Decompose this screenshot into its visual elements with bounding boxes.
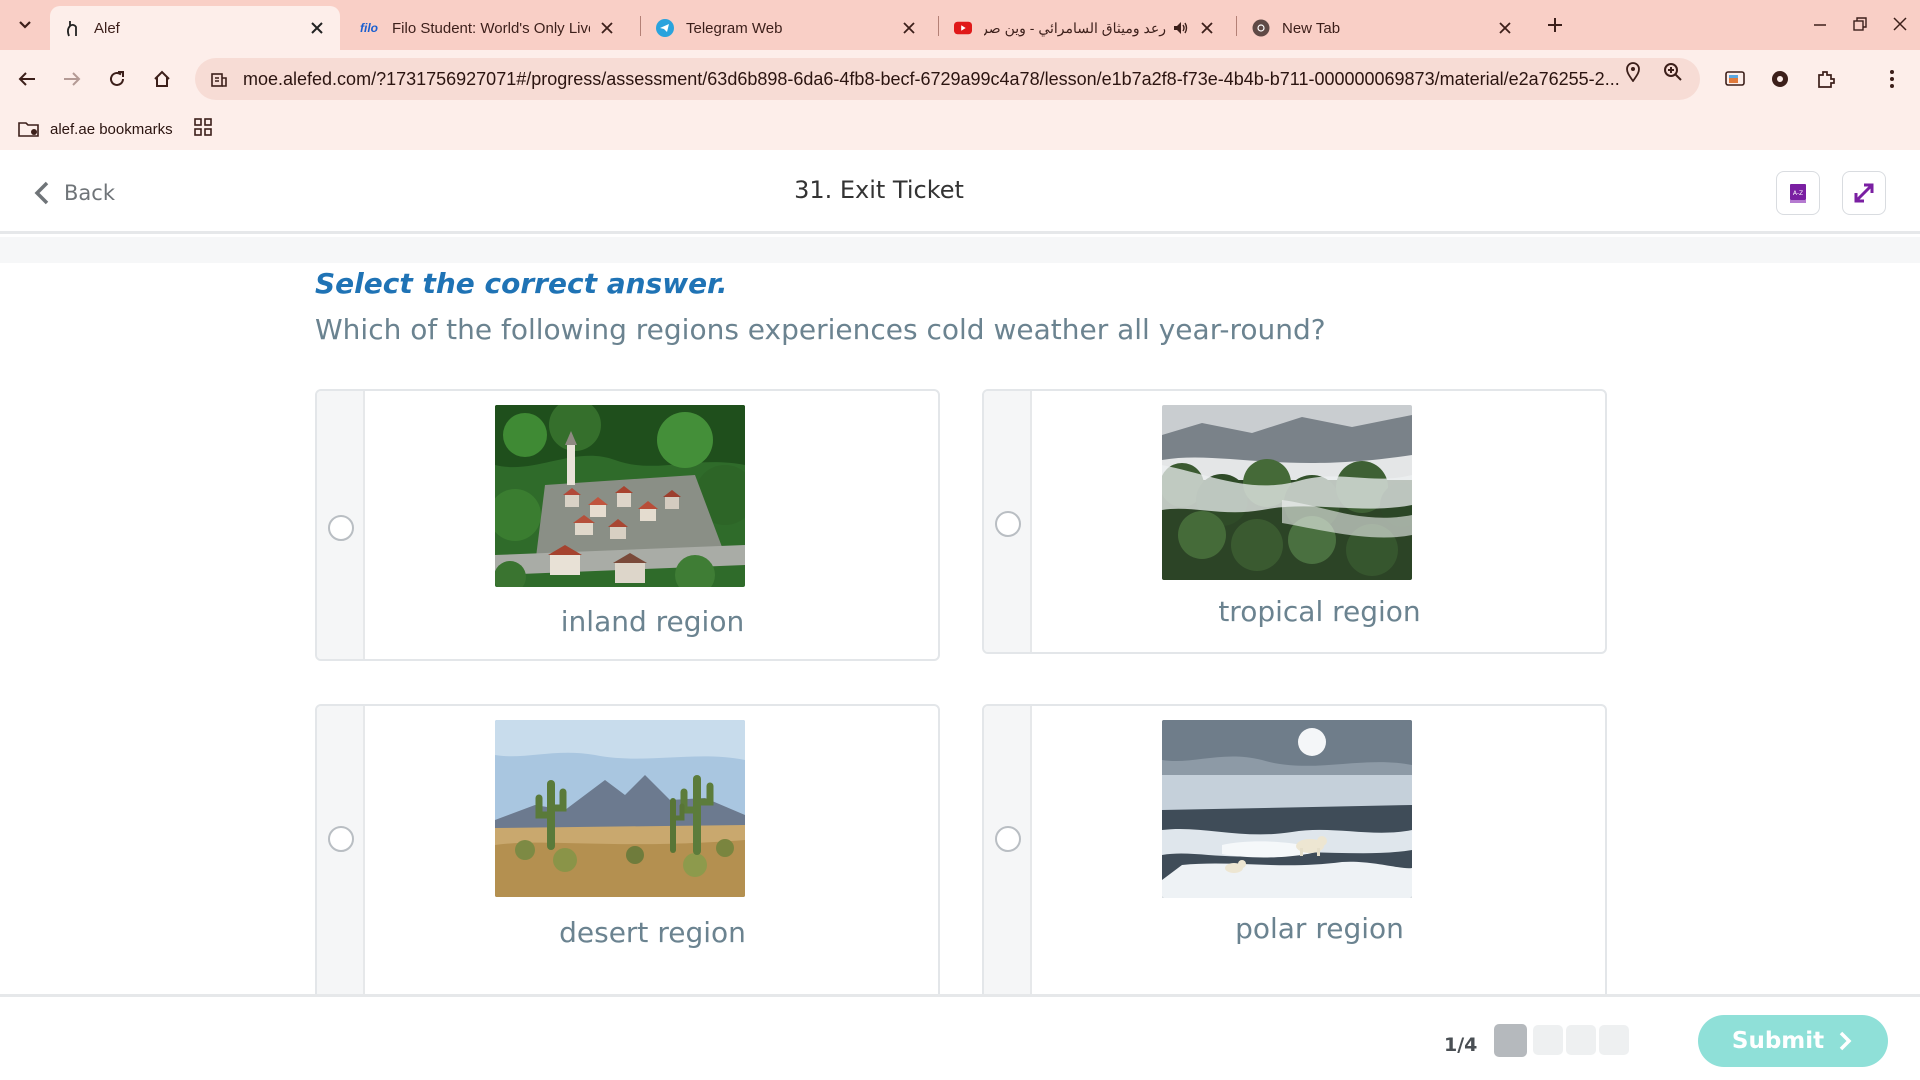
question-dot-2[interactable] — [1533, 1025, 1563, 1055]
question-pager: 1/4 — [1444, 1034, 1478, 1056]
answer-label: tropical region — [1218, 595, 1421, 628]
bookmarks-bar: alef.ae bookmarks — [0, 108, 1920, 150]
assessment-footer: 1/4 Submit — [0, 994, 1920, 1080]
tab-title: رعد وميثاق السامرائي - وين صر — [984, 19, 1166, 36]
speaker-icon[interactable] — [1172, 19, 1190, 37]
question-dot-3[interactable] — [1566, 1025, 1596, 1055]
question-dot-4[interactable] — [1599, 1025, 1629, 1055]
bookmark-label: alef.ae bookmarks — [50, 120, 173, 138]
submit-label: Submit — [1731, 1028, 1825, 1054]
answer-option-tropical[interactable]: tropical region — [982, 389, 1607, 654]
tab-alef[interactable]: Alef — [50, 6, 340, 50]
desert-region-image — [495, 720, 745, 897]
tab-separator — [640, 16, 641, 36]
home-icon[interactable] — [148, 65, 176, 93]
apps-grid-icon[interactable] — [191, 115, 215, 139]
extensions-icon[interactable] — [1813, 66, 1839, 92]
answer-option-polar[interactable]: polar region — [982, 704, 1607, 994]
close-tab-icon[interactable] — [1496, 19, 1514, 37]
chrome-icon — [1252, 19, 1270, 37]
close-window-icon[interactable] — [1888, 12, 1912, 36]
answer-option-desert[interactable]: desert region — [315, 704, 940, 994]
bookmark-folder[interactable]: alef.ae bookmarks — [18, 116, 173, 142]
answer-radio[interactable] — [995, 511, 1021, 537]
svg-text:A-Z: A-Z — [1793, 190, 1803, 197]
tab-new-tab[interactable]: New Tab — [1238, 6, 1528, 50]
tab-telegram[interactable]: Telegram Web — [642, 6, 932, 50]
zoom-icon[interactable] — [1662, 61, 1684, 83]
back-arrow-icon[interactable] — [13, 65, 41, 93]
address-bar[interactable]: moe.alefed.com/?1731756927071#/progress/… — [195, 58, 1700, 100]
polar-region-image — [1162, 720, 1412, 898]
new-tab-plus-icon[interactable] — [1543, 13, 1567, 37]
extension-puzzle-outline-icon[interactable] — [1767, 66, 1793, 92]
question-instruction: Select the correct answer. — [315, 267, 728, 300]
reload-icon[interactable] — [103, 65, 131, 93]
location-pin-icon[interactable] — [1622, 61, 1644, 83]
question-text: Which of the following regions experienc… — [315, 313, 1326, 346]
tab-title: New Tab — [1282, 19, 1341, 37]
content-top-band — [0, 237, 1920, 263]
submit-button[interactable]: Submit — [1698, 1015, 1888, 1067]
answer-label: desert region — [559, 916, 746, 949]
tropical-region-image — [1162, 405, 1412, 580]
question-area: Select the correct answer. Which of the … — [0, 237, 1920, 994]
filo-icon: filo — [360, 21, 378, 35]
tab-filo[interactable]: filo Filo Student: World's Only Live I — [344, 6, 630, 50]
tab-title: Telegram Web — [686, 19, 783, 37]
answer-radio[interactable] — [995, 826, 1021, 852]
glossary-button[interactable]: A-Z — [1776, 171, 1820, 215]
fullscreen-button[interactable] — [1842, 171, 1886, 215]
page-title: 31. Exit Ticket — [794, 176, 964, 204]
more-menu-icon[interactable] — [1879, 66, 1905, 92]
tab-youtube[interactable]: رعد وميثاق السامرائي - وين صر — [940, 6, 1230, 50]
tab-separator — [938, 16, 939, 36]
close-tab-icon[interactable] — [1198, 19, 1216, 37]
cast-icon[interactable] — [1722, 66, 1748, 92]
forward-arrow-icon[interactable] — [58, 65, 86, 93]
chevron-right-icon — [1838, 1031, 1854, 1051]
folder-icon — [18, 120, 40, 138]
alef-icon — [64, 19, 82, 37]
answer-label: inland region — [560, 605, 745, 638]
close-tab-icon[interactable] — [308, 19, 326, 37]
lesson-header: Back 31. Exit Ticket A-Z — [0, 150, 1920, 234]
browser-tabstrip: Alef filo Filo Student: World's Only Liv… — [0, 0, 1920, 50]
question-dot-1[interactable] — [1494, 1024, 1527, 1057]
glossary-book-icon: A-Z — [1788, 182, 1808, 204]
answer-option-inland[interactable]: inland region — [315, 389, 940, 661]
answer-label: polar region — [1235, 912, 1404, 945]
site-info-icon[interactable] — [209, 69, 229, 89]
tab-title: Filo Student: World's Only Live I — [392, 19, 590, 37]
answer-radio[interactable] — [328, 515, 354, 541]
tab-search-dropdown-icon[interactable] — [12, 12, 38, 38]
minimize-icon[interactable] — [1808, 12, 1832, 36]
browser-toolbar: moe.alefed.com/?1731756927071#/progress/… — [0, 50, 1920, 108]
telegram-icon — [656, 19, 674, 37]
url-text[interactable]: moe.alefed.com/?1731756927071#/progress/… — [243, 69, 1643, 90]
expand-icon — [1853, 182, 1875, 204]
answer-radio[interactable] — [328, 826, 354, 852]
tab-separator — [1236, 16, 1237, 36]
close-tab-icon[interactable] — [900, 19, 918, 37]
youtube-icon — [954, 19, 972, 37]
restore-icon[interactable] — [1848, 12, 1872, 36]
inland-region-image — [495, 405, 745, 587]
tab-title: Alef — [94, 19, 120, 37]
close-tab-icon[interactable] — [598, 19, 616, 37]
